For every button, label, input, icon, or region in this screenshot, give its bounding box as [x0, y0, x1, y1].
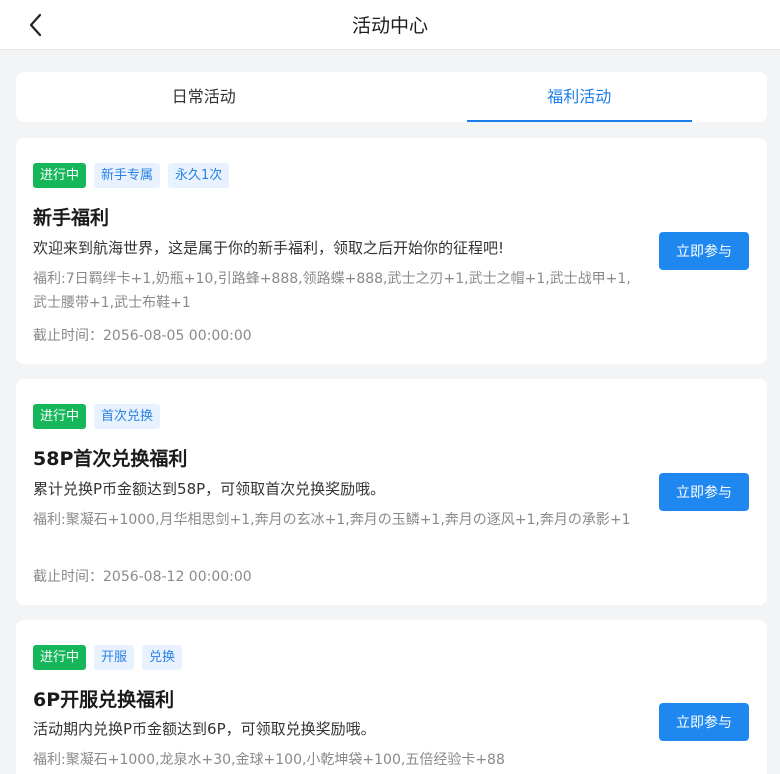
activity-card: 进行中 首次兑换 58P首次兑换福利 累计兑换P币金额达到58P，可领取首次兑换… — [16, 379, 767, 605]
card-reward: 福利:7日羁绊卡+1,奶瓶+10,引路蜂+888,领路蝶+888,武士之刃+1,… — [33, 271, 631, 311]
status-badge: 进行中 — [33, 163, 87, 188]
app-header: 活动中心 — [0, 0, 780, 50]
tag-badge: 首次兑换 — [94, 404, 161, 429]
card-description: 活动期内兑换P币金额达到6P，可领取兑换奖励哦。 — [33, 720, 376, 738]
tag-group: 进行中 新手专属 永久1次 — [33, 163, 230, 188]
status-badge: 进行中 — [33, 404, 87, 429]
join-button[interactable]: 立即参与 — [659, 703, 749, 741]
card-title: 6P开服兑换福利 — [33, 689, 175, 711]
tag-badge: 兑换 — [142, 645, 183, 670]
join-button[interactable]: 立即参与 — [659, 473, 749, 511]
activity-tabs: 日常活动 福利活动 — [16, 72, 767, 122]
card-title: 新手福利 — [33, 207, 110, 229]
card-reward: 福利:聚凝石+1000,月华相思剑+1,奔月の玄冰+1,奔月の玉鳞+1,奔月の逐… — [33, 512, 631, 528]
card-reward: 福利:聚凝石+1000,龙泉水+30,金球+100,小乾坤袋+100,五倍经验卡… — [33, 752, 505, 768]
card-description: 欢迎来到航海世界，这是属于你的新手福利，领取之后开始你的征程吧! — [33, 239, 505, 257]
tab-welfare-activities[interactable]: 福利活动 — [392, 72, 768, 122]
activity-card: 进行中 新手专属 永久1次 新手福利 欢迎来到航海世界，这是属于你的新手福利，领… — [16, 138, 767, 364]
tab-daily-activities[interactable]: 日常活动 — [16, 72, 392, 122]
tag-group: 进行中 首次兑换 — [33, 404, 161, 429]
status-badge: 进行中 — [33, 645, 87, 670]
card-title: 58P首次兑换福利 — [33, 448, 188, 470]
tag-badge: 永久1次 — [168, 163, 230, 188]
card-deadline: 截止时间：2056-08-05 00:00:00 — [33, 328, 252, 344]
activity-card: 进行中 开服 兑换 6P开服兑换福利 活动期内兑换P币金额达到6P，可领取兑换奖… — [16, 620, 767, 774]
tag-group: 进行中 开服 兑换 — [33, 645, 183, 670]
tag-badge: 开服 — [94, 645, 135, 670]
card-description: 累计兑换P币金额达到58P，可领取首次兑换奖励哦。 — [33, 480, 386, 498]
join-button[interactable]: 立即参与 — [659, 232, 749, 270]
card-deadline: 截止时间：2056-08-12 00:00:00 — [33, 569, 252, 585]
page-title: 活动中心 — [351, 15, 428, 37]
tag-badge: 新手专属 — [94, 163, 161, 188]
